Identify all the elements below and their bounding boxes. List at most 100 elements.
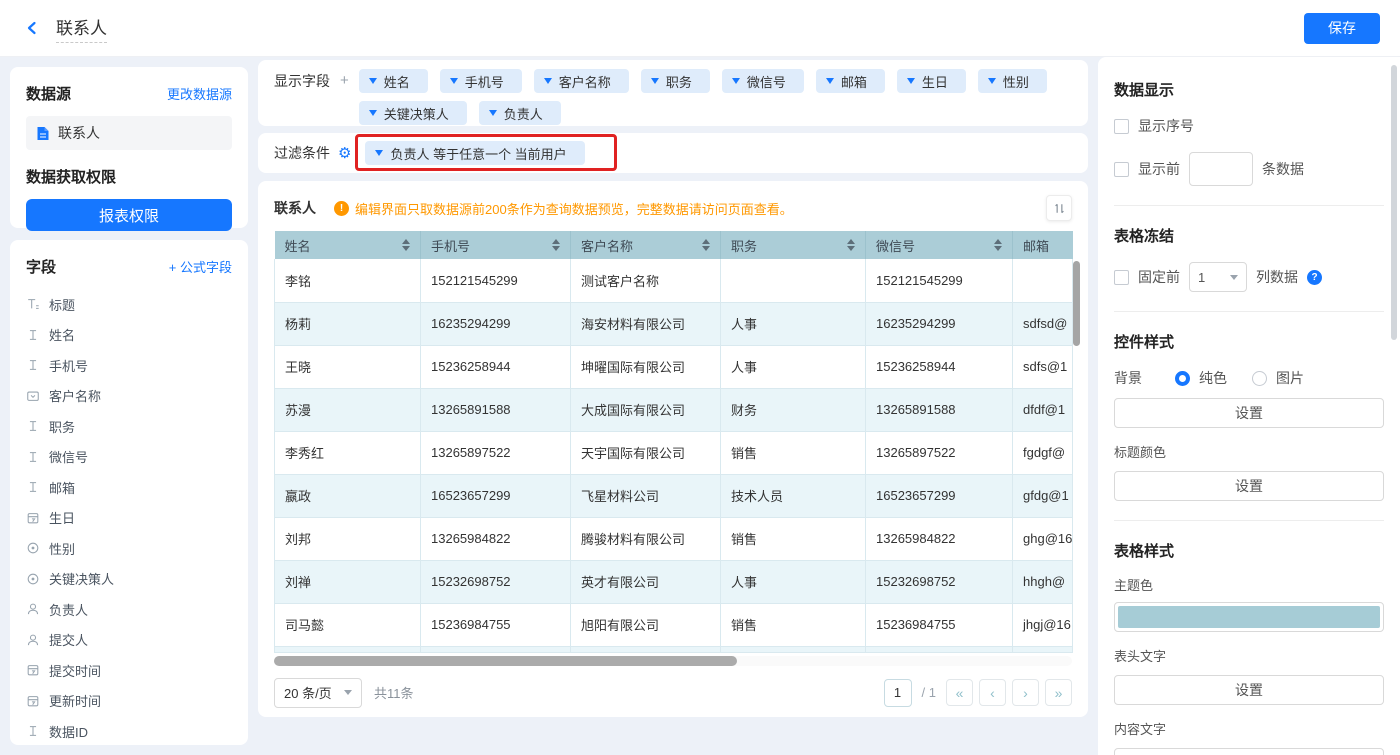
column-header[interactable]: 手机号 <box>421 231 571 259</box>
add-display-field-button[interactable]: + <box>340 69 349 117</box>
field-item-job[interactable]: 职务 <box>26 411 232 442</box>
cell: 16235294299 <box>866 302 1013 345</box>
show-first-label: 显示前 <box>1138 159 1180 179</box>
sort-order-button[interactable] <box>1046 195 1072 221</box>
header-text-label: 表头文字 <box>1114 646 1384 665</box>
chip-label: 姓名 <box>384 72 410 91</box>
theme-color-picker[interactable] <box>1114 602 1384 632</box>
field-label: 职务 <box>49 417 75 436</box>
image-radio[interactable] <box>1252 371 1267 386</box>
first-page-button[interactable]: « <box>946 679 973 706</box>
field-chip[interactable]: 客户名称 <box>534 69 629 93</box>
sort-icon[interactable] <box>847 239 855 251</box>
warning-text: 编辑界面只取数据源前200条作为查询数据预览，完整数据请访问页面查看。 <box>355 199 793 218</box>
solid-color-radio[interactable] <box>1175 371 1190 386</box>
datasource-item[interactable]: 联系人 <box>26 116 232 150</box>
help-icon[interactable]: ? <box>1307 270 1322 285</box>
cell: 李铭 <box>275 259 421 302</box>
field-item-customer[interactable]: 客户名称 <box>26 381 232 412</box>
prev-page-button[interactable]: ‹ <box>979 679 1006 706</box>
last-page-button[interactable]: » <box>1045 679 1072 706</box>
cell: sdfsd@ <box>1013 302 1073 345</box>
field-chip[interactable]: 微信号 <box>722 69 804 93</box>
fix-columns-checkbox[interactable] <box>1114 270 1129 285</box>
cell: 财务 <box>721 388 866 431</box>
save-button[interactable]: 保存 <box>1304 13 1380 44</box>
sort-icon[interactable] <box>702 239 710 251</box>
fix-count-select[interactable]: 1 <box>1189 262 1247 292</box>
column-header[interactable]: 微信号 <box>866 231 1013 259</box>
fields-panel: 字段 + 公式字段 标题 姓名 手机号 客户名称 职务 微信号 邮箱 生日 性别… <box>10 240 248 745</box>
field-chip[interactable]: 生日 <box>897 69 966 93</box>
next-page-button[interactable]: › <box>1012 679 1039 706</box>
cell: 海安材料有限公司 <box>571 302 721 345</box>
column-header[interactable]: 邮箱 <box>1013 231 1073 259</box>
field-item-email[interactable]: 邮箱 <box>26 472 232 503</box>
field-item-wechat[interactable]: 微信号 <box>26 442 232 473</box>
sort-icon[interactable] <box>994 239 1002 251</box>
calendar-icon <box>26 511 40 525</box>
field-chip[interactable]: 邮箱 <box>816 69 885 93</box>
gear-icon[interactable]: ⚙ <box>338 146 351 161</box>
field-chip[interactable]: 关键决策人 <box>359 101 467 125</box>
horizontal-scrollbar-thumb[interactable] <box>274 656 737 666</box>
field-item-keydecider[interactable]: 关键决策人 <box>26 564 232 595</box>
field-label: 更新时间 <box>49 691 101 710</box>
show-index-checkbox[interactable] <box>1114 119 1129 134</box>
change-datasource-link[interactable]: 更改数据源 <box>167 84 232 103</box>
back-button[interactable] <box>20 16 44 40</box>
text-icon <box>26 724 40 738</box>
field-item-title[interactable]: 标题 <box>26 289 232 320</box>
field-label: 性别 <box>49 539 75 558</box>
sort-icon[interactable] <box>402 239 410 251</box>
field-item-update-time[interactable]: 更新时间 <box>26 686 232 717</box>
field-chip[interactable]: 负责人 <box>479 101 561 125</box>
field-chip[interactable]: 姓名 <box>359 69 428 93</box>
table-row-partial <box>275 646 1073 652</box>
field-item-birthday[interactable]: 生日 <box>26 503 232 534</box>
table-row: 刘禅15232698752英才有限公司人事15232698752hhgh@ <box>275 560 1073 603</box>
add-formula-field-link[interactable]: + 公式字段 <box>169 257 232 276</box>
field-item-phone[interactable]: 手机号 <box>26 350 232 381</box>
filter-condition-chip[interactable]: 负责人 等于任意一个 当前用户 <box>365 141 584 165</box>
chevron-down-icon <box>544 78 552 84</box>
divider <box>1114 311 1384 312</box>
field-item-submitter[interactable]: 提交人 <box>26 625 232 656</box>
field-item-name[interactable]: 姓名 <box>26 320 232 351</box>
header-text-set-button[interactable]: 设置 <box>1114 675 1384 705</box>
column-header[interactable]: 客户名称 <box>571 231 721 259</box>
current-page-input[interactable]: 1 <box>884 679 912 707</box>
table-row: 李秀红13265897522天宇国际有限公司销售13265897522fgdgf… <box>275 431 1073 474</box>
field-label: 手机号 <box>49 356 88 375</box>
field-item-dataid[interactable]: 数据ID <box>26 716 232 745</box>
panel-scrollbar[interactable] <box>1391 65 1397 340</box>
chevron-down-icon <box>344 690 352 695</box>
divider <box>1114 520 1384 521</box>
show-first-checkbox[interactable] <box>1114 162 1129 177</box>
column-header[interactable]: 姓名 <box>275 231 421 259</box>
report-permission-button[interactable]: 报表权限 <box>26 199 232 231</box>
cell: ghg@16 <box>1013 517 1073 560</box>
cell: 人事 <box>721 345 866 388</box>
field-chip[interactable]: 职务 <box>641 69 710 93</box>
table-row: 苏漫13265891588大成国际有限公司财务13265891588dfdf@1 <box>275 388 1073 431</box>
field-item-submit-time[interactable]: 提交时间 <box>26 655 232 686</box>
table-row: 刘邦13265984822腾骏材料有限公司销售13265984822ghg@16 <box>275 517 1073 560</box>
field-chip[interactable]: 手机号 <box>440 69 522 93</box>
preview-title: 联系人 <box>274 198 316 218</box>
image-label: 图片 <box>1276 368 1304 388</box>
column-header[interactable]: 职务 <box>721 231 866 259</box>
title-color-set-button[interactable]: 设置 <box>1114 471 1384 501</box>
field-chip[interactable]: 性别 <box>978 69 1047 93</box>
vertical-scrollbar[interactable] <box>1073 261 1080 346</box>
page-size-select[interactable]: 20 条/页 <box>274 678 362 708</box>
field-item-gender[interactable]: 性别 <box>26 533 232 564</box>
chip-label: 负责人 <box>504 104 543 123</box>
display-fields-label: 显示字段 <box>274 69 330 117</box>
field-item-owner[interactable]: 负责人 <box>26 594 232 625</box>
horizontal-scrollbar-track <box>274 656 1072 666</box>
row-limit-input[interactable] <box>1189 152 1253 186</box>
background-set-button[interactable]: 设置 <box>1114 398 1384 428</box>
content-text-set-button[interactable]: 设置 <box>1114 748 1384 755</box>
sort-icon[interactable] <box>552 239 560 251</box>
